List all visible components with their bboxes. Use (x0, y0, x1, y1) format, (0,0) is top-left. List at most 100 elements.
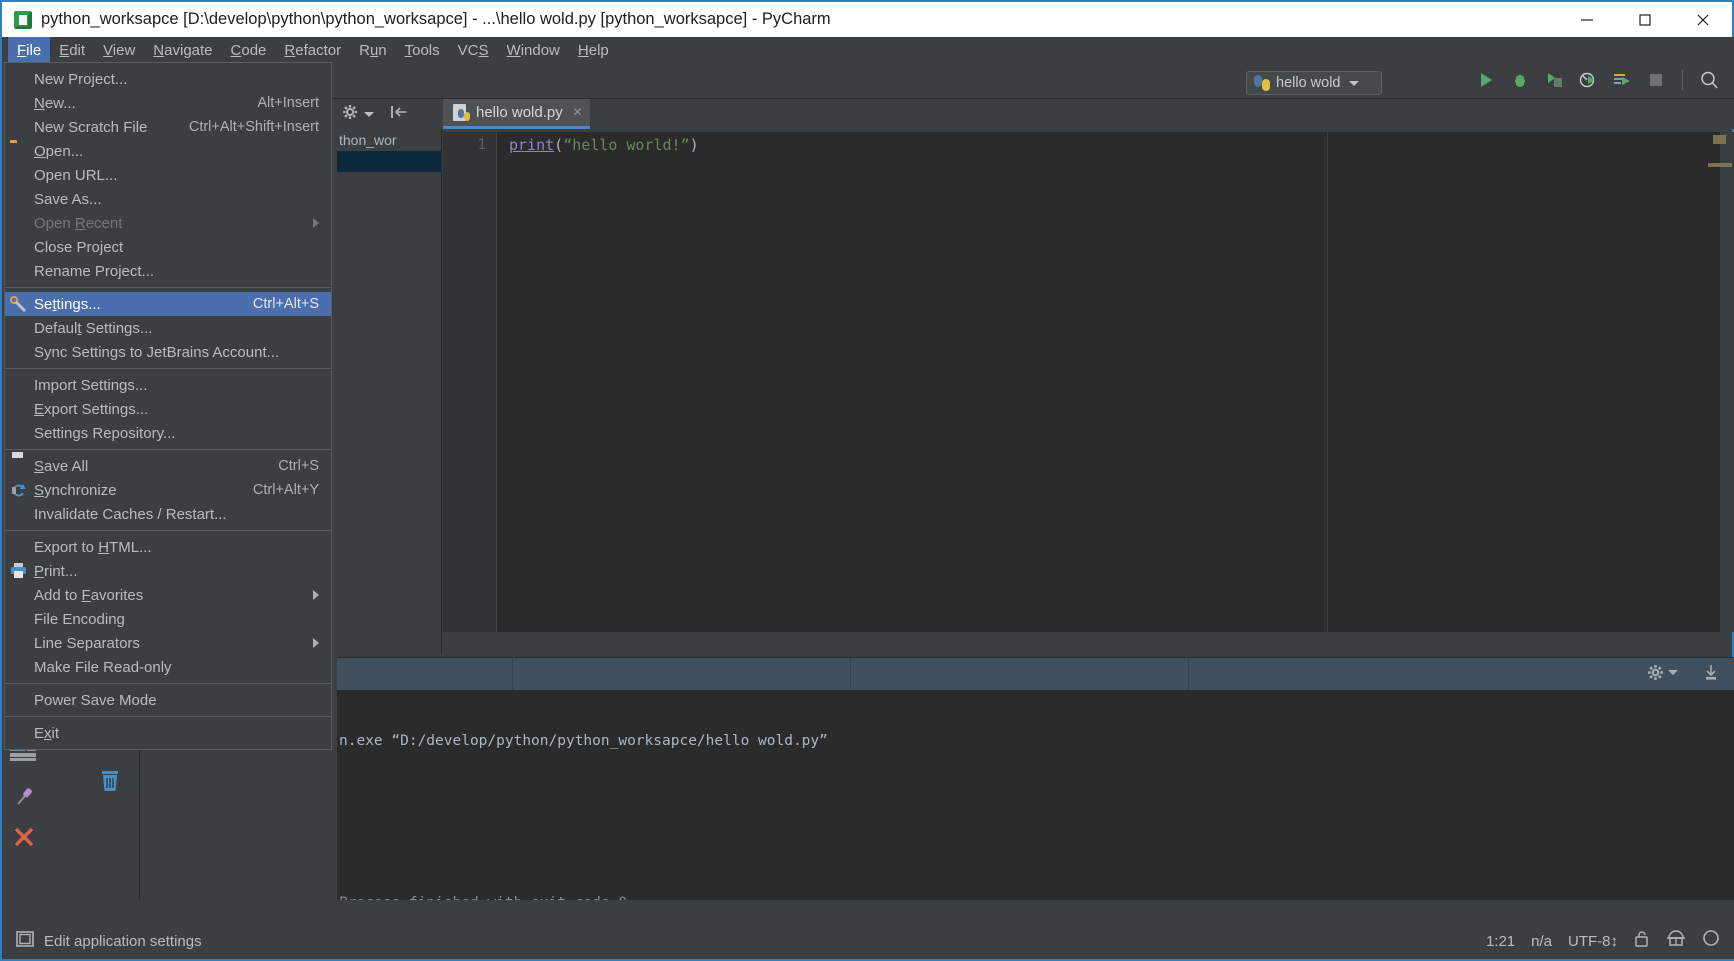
lock-icon[interactable] (1634, 930, 1650, 953)
code-function-print: print (509, 136, 555, 154)
run-icon[interactable] (1475, 69, 1497, 91)
error-stripe-marker-secondary[interactable] (1708, 163, 1732, 167)
file-menu-popup[interactable]: New Project... New... Alt+Insert New Scratc… (4, 62, 332, 750)
line-separator[interactable]: n/a (1531, 933, 1552, 950)
console-settings-button[interactable] (1647, 664, 1678, 681)
hector-icon[interactable] (1666, 929, 1686, 954)
menubar-item-label: Help (577, 41, 609, 59)
file-menu-item-rename-project[interactable]: Rename Project... (5, 259, 331, 283)
file-menu-item-import-settings[interactable]: Import Settings... (5, 373, 331, 397)
gear-dropdown-icon[interactable] (364, 111, 374, 117)
file-menu-item-sync-settings-to-jetbrains-account[interactable]: Sync Settings to JetBrains Account... (5, 340, 331, 364)
run-configuration-selector[interactable]: hello wold (1246, 71, 1382, 95)
menubar-item-label: Tools (404, 41, 440, 59)
file-menu-item-shortcut: Ctrl+Alt+S (252, 296, 319, 312)
project-tree[interactable]: thon_wor (337, 130, 442, 654)
file-menu-item-export-to-html[interactable]: Export to HTML... (5, 535, 331, 559)
project-tree-row-selected[interactable] (337, 151, 441, 172)
file-menu-item-label: Synchronize (34, 481, 117, 499)
editor-tab-hello-wold[interactable]: hello wold.py × (443, 99, 591, 129)
menubar-item-edit[interactable]: Edit (50, 37, 94, 63)
chevron-down-icon[interactable] (1348, 80, 1359, 86)
run-coverage-icon[interactable] (1543, 69, 1565, 91)
menubar-item-help[interactable]: Help (569, 37, 618, 63)
code-content[interactable]: print(“hello world!”) (509, 132, 1609, 156)
stop-icon[interactable] (1645, 69, 1667, 91)
file-encoding[interactable]: UTF-8↕ (1568, 933, 1618, 950)
menubar-item-run[interactable]: Run (350, 37, 396, 63)
gear-icon[interactable] (342, 104, 358, 125)
file-menu-item-label: Exit (34, 724, 60, 742)
menubar-item-window[interactable]: Window (498, 37, 569, 63)
code-string-literal: “hello world!” (563, 136, 690, 154)
maximize-button[interactable] (1616, 2, 1674, 37)
menubar-item-label: VCS (457, 41, 489, 59)
delete-icon[interactable] (98, 769, 122, 798)
menu-separator (5, 683, 331, 684)
file-menu-item-new[interactable]: New... Alt+Insert (5, 91, 331, 115)
file-menu-item-label: Open... (34, 142, 84, 160)
file-menu-item-add-to-favorites[interactable]: Add to Favorites (5, 583, 331, 607)
close-icon[interactable] (12, 825, 36, 854)
collapse-all-icon[interactable] (390, 104, 408, 125)
file-menu-item-make-file-read-only[interactable]: Make File Read-only (5, 655, 331, 679)
file-menu-item-settings-repository[interactable]: Settings Repository... (5, 421, 331, 445)
file-menu-item-default-settings[interactable]: Default Settings... (5, 316, 331, 340)
menubar-item-code[interactable]: Code (222, 37, 276, 63)
file-menu-item-export-settings[interactable]: Export Settings... (5, 397, 331, 421)
menubar-item-refactor[interactable]: Refactor (275, 37, 350, 63)
profile-icon[interactable] (1577, 69, 1599, 91)
pin-icon[interactable] (12, 785, 36, 814)
file-menu-item-label: Export to HTML... (34, 538, 152, 556)
search-everywhere-icon[interactable] (1698, 69, 1720, 91)
file-menu-item-print[interactable]: Print... (5, 559, 331, 583)
file-menu-item-open-url[interactable]: Open URL... (5, 163, 331, 187)
project-tree-row[interactable]: thon_wor (337, 130, 441, 151)
debug-icon[interactable] (1509, 69, 1531, 91)
file-menu-item-shortcut: Ctrl+Alt+Shift+Insert (188, 119, 319, 135)
pycharm-icon (14, 10, 32, 29)
file-menu-item-exit[interactable]: Exit (5, 721, 331, 745)
file-menu-item-synchronize[interactable]: Synchronize Ctrl+Alt+Y (5, 478, 331, 502)
bottom-toolwindow-strip (4, 900, 1734, 924)
run-console-header (337, 657, 1734, 691)
file-menu-item-shortcut: Ctrl+Alt+Y (252, 482, 319, 498)
file-menu-item-settings[interactable]: Settings... Ctrl+Alt+S (5, 292, 331, 316)
file-menu-item-file-encoding[interactable]: File Encoding (5, 607, 331, 631)
file-menu-item-close-project[interactable]: Close Project (5, 235, 331, 259)
file-menu-item-save-all[interactable]: Save All Ctrl+S (5, 454, 331, 478)
file-menu-item-line-separators[interactable]: Line Separators (5, 631, 331, 655)
file-menu-item-power-save-mode[interactable]: Power Save Mode (5, 688, 331, 712)
menubar-item-vcs[interactable]: VCS (449, 37, 498, 63)
minimize-button[interactable] (1558, 2, 1616, 37)
file-menu-item-save-as[interactable]: Save As... (5, 187, 331, 211)
python-file-icon (453, 104, 470, 121)
file-menu-item-new-scratch-file[interactable]: New Scratch File Ctrl+Alt+Shift+Insert (5, 115, 331, 139)
save-icon (10, 458, 27, 475)
attach-to-process-icon[interactable] (1611, 69, 1633, 91)
close-button[interactable] (1674, 2, 1732, 37)
menu-separator (5, 368, 331, 369)
file-menu-item-open[interactable]: Open... (5, 139, 331, 163)
tool-windows-icon[interactable] (16, 930, 34, 953)
menubar-item-file[interactable]: File (8, 37, 51, 63)
menubar-item-label: View (103, 41, 136, 59)
file-menu-item-label: Import Settings... (34, 376, 148, 394)
code-editor[interactable]: 1 print(“hello world!”) (443, 132, 1734, 632)
chevron-down-icon[interactable] (1668, 670, 1678, 675)
console-output[interactable]: n.exe “D:/develop/python/python_worksapc… (337, 690, 1734, 930)
hide-window-icon[interactable] (1702, 664, 1720, 687)
editor-scrollbar[interactable] (1713, 132, 1734, 632)
file-menu-item-label: New Project... (34, 70, 128, 88)
menu-separator (5, 287, 331, 288)
search-icon[interactable] (1702, 929, 1722, 954)
menubar-item-tools[interactable]: Tools (396, 37, 449, 63)
menubar-item-view[interactable]: View (94, 37, 144, 63)
error-stripe-marker[interactable] (1713, 135, 1726, 144)
close-icon[interactable]: × (573, 104, 582, 122)
file-menu-item-new-project[interactable]: New Project... (5, 67, 331, 91)
menubar-item-navigate[interactable]: Navigate (144, 37, 221, 63)
file-menu-item-invalidate-caches-restart[interactable]: Invalidate Caches / Restart... (5, 502, 331, 526)
folder-icon (10, 143, 27, 160)
caret-position[interactable]: 1:21 (1486, 933, 1515, 950)
